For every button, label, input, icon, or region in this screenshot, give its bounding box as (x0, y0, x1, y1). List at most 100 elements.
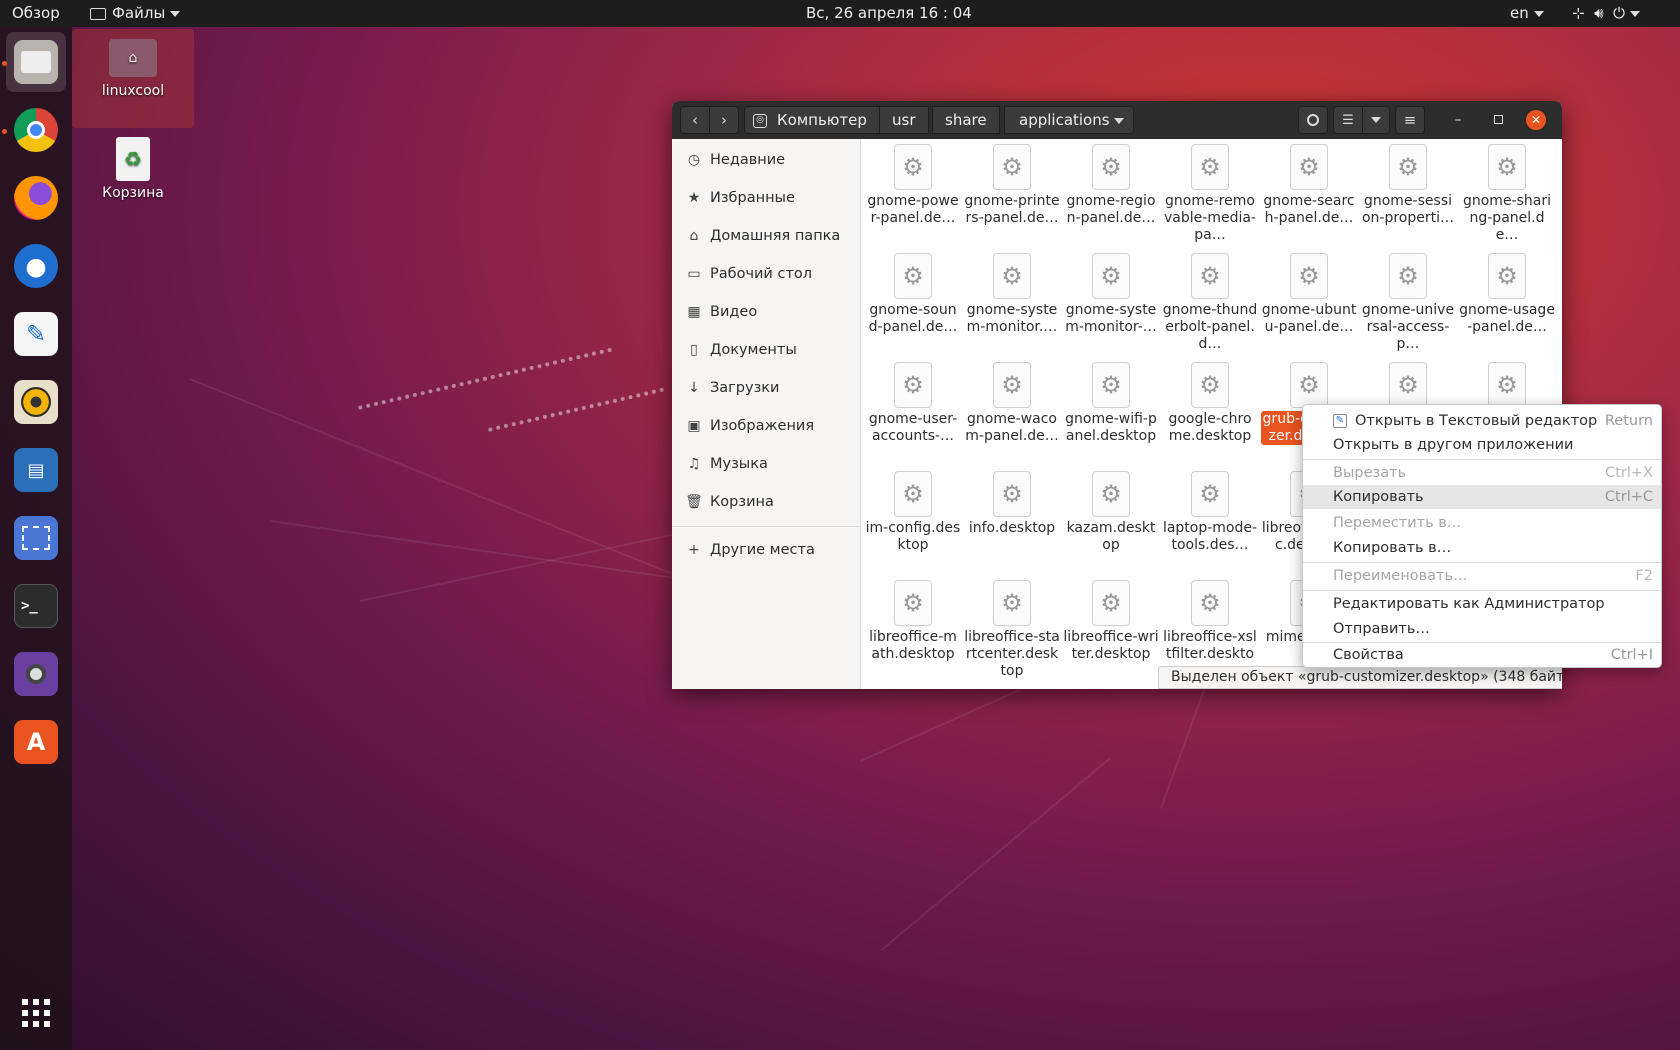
file-item[interactable]: ⚙ gnome-ubuntu-panel.de… (1261, 253, 1357, 336)
file-name: gnome-session-properti… (1361, 193, 1455, 226)
sidebar-item-videos[interactable]: ▦ Видео (672, 293, 861, 331)
dock-screenshot[interactable] (6, 508, 66, 568)
search-button[interactable] (1298, 106, 1328, 134)
minimize-button[interactable]: – (1448, 110, 1468, 130)
dock-software[interactable]: A (6, 712, 66, 772)
file-item[interactable]: ⚙ gnome-removable-media-pa… (1162, 144, 1258, 244)
language-indicator[interactable]: en (1510, 0, 1544, 27)
activities-button[interactable]: Обзор (12, 0, 60, 27)
dock-firefox[interactable] (6, 168, 66, 228)
sidebar-item-other-locations[interactable]: + Другие места (672, 531, 861, 569)
file-item[interactable]: ⚙ gnome-thunderbolt-panel.d… (1162, 253, 1258, 353)
file-item[interactable]: ⚙ gnome-usage-panel.de… (1459, 253, 1555, 336)
dock-terminal[interactable]: >_ (6, 576, 66, 636)
file-item[interactable]: ⚙ gnome-session-properti… (1360, 144, 1456, 227)
sidebar-item-recent[interactable]: ◷ Недавние (672, 141, 861, 179)
list-view-icon: ☰ (1342, 112, 1354, 128)
dock-chrome[interactable] (6, 100, 66, 160)
file-item[interactable]: ⚙ libreoffice-startcenter.desktop (964, 580, 1060, 680)
menu-item-open-text-editor[interactable]: ✎ Открыть в Текстовый редактор Return (1303, 409, 1661, 433)
file-item[interactable]: ⚙ gnome-sharing-panel.de… (1459, 144, 1555, 244)
file-item[interactable]: ⚙ gnome-universal-access-p… (1360, 253, 1456, 353)
close-button[interactable]: ✕ (1526, 110, 1546, 130)
menu-item-label: Отправить… (1333, 621, 1430, 637)
breadcrumb-applications[interactable]: applications (1004, 106, 1134, 134)
system-tray[interactable]: ⊹ 🔊︎ ⏻ (1572, 0, 1640, 27)
sidebar-item-desktop[interactable]: ▭ Рабочий стол (672, 255, 861, 293)
file-item[interactable]: ⚙ laptop-mode-tools.des… (1162, 471, 1258, 554)
wallpaper-line (189, 378, 673, 575)
file-item[interactable]: ⚙ gnome-search-panel.de… (1261, 144, 1357, 227)
gear-icon: ⚙ (1092, 362, 1130, 408)
sidebar-item-trash[interactable]: 🗑︎ Корзина (672, 483, 861, 521)
sidebar-item-home[interactable]: ⌂ Домашняя папка (672, 217, 861, 255)
file-item[interactable]: ⚙ libreoffice-math.desktop (865, 580, 961, 663)
file-item[interactable]: ⚙ libreoffice-writer.desktop (1063, 580, 1159, 663)
trash-icon: ♻ (116, 137, 150, 181)
network-icon: ⊹ (1572, 4, 1585, 22)
menu-item-send-to[interactable]: Отправить… (1303, 617, 1661, 641)
breadcrumb-share[interactable]: share (932, 106, 1000, 134)
clock-icon: ◷ (687, 152, 701, 168)
file-item[interactable]: ⚙ gnome-printers-panel.de… (964, 144, 1060, 227)
file-item[interactable]: ⚙ gnome-user-accounts-… (865, 362, 961, 445)
desktop-trash[interactable]: ♻ Корзина (72, 137, 194, 201)
file-item[interactable]: ⚙ google-chrome.desktop (1162, 362, 1258, 445)
breadcrumb-usr[interactable]: usr (879, 106, 929, 134)
file-name: gnome-sharing-panel.de… (1462, 193, 1552, 243)
file-item[interactable]: ⚙ gnome-region-panel.de… (1063, 144, 1159, 227)
gear-icon: ⚙ (1191, 580, 1229, 626)
sidebar-item-downloads[interactable]: ↓ Загрузки (672, 369, 861, 407)
dock-files[interactable] (6, 32, 66, 92)
file-name: gnome-power-panel.de… (867, 193, 959, 226)
forward-button[interactable]: › (709, 106, 739, 134)
menu-item-copy[interactable]: Копировать Ctrl+C (1303, 485, 1661, 509)
dock-writer[interactable]: ▤ (6, 440, 66, 500)
dock: ✎ ▤ >_ A (0, 27, 72, 1050)
file-item[interactable]: ⚙libreoffice-xsltfilter.desktop (1162, 580, 1258, 680)
show-apps-button[interactable] (6, 983, 66, 1043)
view-options-button[interactable] (1362, 106, 1390, 134)
sidebar-item-documents[interactable]: ▯ Документы (672, 331, 861, 369)
running-indicator (2, 129, 7, 134)
home-folder-icon: ⌂ (109, 39, 157, 77)
file-item[interactable]: ⚙ gnome-power-panel.de… (865, 144, 961, 227)
app-menu[interactable]: Файлы (90, 0, 181, 27)
menu-item-edit-as-admin[interactable]: Редактировать как Администратор (1303, 592, 1661, 616)
menu-item-copy-to[interactable]: Копировать в… (1303, 536, 1661, 560)
file-item[interactable]: ⚙ im-config.desktop (865, 471, 961, 554)
menu-item-open-with[interactable]: Открыть в другом приложении (1303, 433, 1661, 457)
file-item[interactable]: ⚙ gnome-wacom-panel.de… (964, 362, 1060, 445)
desktop-home-folder[interactable]: ⌂ linuxcool (72, 29, 194, 128)
chevron-down-icon (1630, 10, 1640, 17)
file-name: gnome-thunderbolt-panel.d… (1162, 302, 1258, 352)
file-item[interactable]: ⚙ gnome-sound-panel.de… (865, 253, 961, 336)
dock-thunderbird[interactable] (6, 236, 66, 296)
text-editor-icon: ✎ (1333, 414, 1347, 428)
menu-separator (1303, 562, 1661, 563)
back-button[interactable]: ‹ (680, 106, 710, 134)
file-item[interactable]: ⚙ gnome-system-monitor-… (1063, 253, 1159, 336)
menu-item-properties[interactable]: Свойства Ctrl+I (1303, 643, 1661, 667)
file-item[interactable]: ⚙ gnome-system-monitor.… (964, 253, 1060, 336)
sidebar-item-pictures[interactable]: ▣ Изображения (672, 407, 861, 445)
dock-rhythmbox[interactable] (6, 372, 66, 432)
dock-kazam[interactable] (6, 644, 66, 704)
file-item[interactable]: ⚙ gnome-wifi-panel.desktop (1063, 362, 1159, 445)
sidebar-item-music[interactable]: ♫ Музыка (672, 445, 861, 483)
file-item[interactable]: ⚙ kazam.desktop (1063, 471, 1159, 554)
maximize-button[interactable] (1488, 110, 1508, 130)
gear-icon: ⚙ (1389, 362, 1427, 408)
desktop-icon: ▭ (687, 266, 701, 282)
breadcrumb-computer[interactable]: ◎ Компьютер (744, 106, 880, 134)
view-list-button[interactable]: ☰ (1333, 106, 1363, 134)
file-item[interactable]: ⚙ info.desktop (964, 471, 1060, 537)
chevron-down-icon (1533, 10, 1544, 17)
software-center-icon: A (14, 720, 58, 764)
menu-button[interactable]: ≡ (1395, 106, 1425, 134)
dock-text-editor[interactable]: ✎ (6, 304, 66, 364)
wallpaper-line (880, 757, 1112, 952)
clock[interactable]: Вс, 26 апреля 16 : 04 (806, 0, 972, 27)
chrome-icon (14, 108, 58, 152)
sidebar-item-starred[interactable]: ★ Избранные (672, 179, 861, 217)
